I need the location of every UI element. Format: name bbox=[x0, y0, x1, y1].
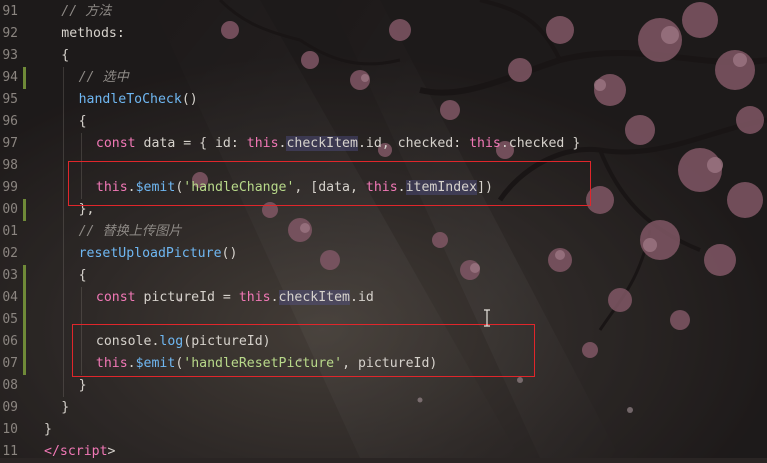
code-editor[interactable]: 91 92 93 94 95 96 97 98 99 00 01 02 03 04 05 06 07 08 09 10… bbox=[0, 0, 767, 459]
code-token: () bbox=[181, 92, 198, 107]
code-token: // 方法 bbox=[61, 4, 112, 19]
code-token: // 选中 bbox=[78, 70, 129, 85]
code-token: { bbox=[61, 48, 70, 63]
code-token: this bbox=[469, 136, 501, 151]
line-number: 91 bbox=[2, 4, 18, 19]
code-line[interactable]: // 选中 bbox=[79, 67, 129, 89]
line-number: 92 bbox=[2, 26, 18, 41]
line-number: 96 bbox=[2, 114, 18, 129]
line-number: 99 bbox=[2, 180, 18, 195]
code-line[interactable]: const data = { id: this.checkItem.id, ch… bbox=[96, 133, 580, 155]
code-token: handleToCheck bbox=[78, 92, 182, 107]
git-change-marker bbox=[23, 265, 26, 287]
indent-guide bbox=[63, 221, 65, 243]
code-line[interactable]: resetUploadPicture() bbox=[79, 243, 238, 265]
line-number: 03 bbox=[2, 268, 18, 283]
line-number-gutter: 91 92 93 94 95 96 97 98 99 00 01 02 03 04 05 06 07 08 09 10… bbox=[0, 0, 28, 459]
indent-guide bbox=[80, 287, 82, 309]
indent-guide bbox=[63, 287, 65, 309]
code-token: . bbox=[270, 290, 279, 305]
line-number: 04 bbox=[2, 290, 18, 305]
indent-guide bbox=[63, 67, 65, 89]
code-line[interactable]: { bbox=[61, 45, 69, 67]
line-number: 94 bbox=[2, 70, 18, 85]
code-line[interactable]: } bbox=[61, 397, 69, 419]
code-line[interactable]: // 替换上传图片 bbox=[79, 221, 182, 243]
indent-guide bbox=[63, 177, 65, 199]
code-token: const bbox=[95, 290, 144, 305]
line-number: 05 bbox=[2, 312, 18, 327]
code-token: } bbox=[61, 400, 70, 415]
code-token: // 替换上传图片 bbox=[78, 224, 182, 239]
code-token: this bbox=[246, 136, 279, 151]
indent-guide bbox=[63, 199, 65, 221]
code-token: .id, checked: bbox=[357, 136, 470, 151]
text-cursor-icon bbox=[484, 309, 490, 327]
code-line[interactable]: { bbox=[79, 111, 87, 133]
line-number: 98 bbox=[2, 158, 18, 173]
line-number: 00 bbox=[2, 202, 18, 217]
code-token: { bbox=[78, 268, 87, 283]
code-token: .checked } bbox=[500, 136, 581, 151]
line-number: 10 bbox=[2, 422, 18, 437]
git-change-marker bbox=[23, 353, 26, 375]
line-number: 09 bbox=[2, 400, 18, 415]
indent-guide bbox=[63, 353, 65, 375]
indent-guide bbox=[80, 133, 82, 155]
code-token: resetUploadPicture bbox=[78, 246, 222, 261]
code-token: data = { id: bbox=[143, 136, 247, 151]
code-token: </ bbox=[44, 444, 60, 459]
git-change-marker bbox=[23, 67, 26, 89]
code-token: () bbox=[221, 246, 238, 261]
code-line[interactable]: methods: bbox=[61, 23, 125, 45]
line-number: 97 bbox=[2, 136, 18, 151]
indent-guide bbox=[63, 89, 65, 111]
code-line[interactable]: } bbox=[44, 419, 52, 441]
code-line[interactable]: { bbox=[79, 265, 87, 287]
code-line[interactable]: const pictureId = this.checkItem.id bbox=[96, 287, 374, 309]
line-number: 11 bbox=[2, 444, 18, 459]
highlight-box-handle-change bbox=[68, 161, 591, 206]
code-token: pictureId = bbox=[143, 290, 239, 305]
line-number: 07 bbox=[2, 356, 18, 371]
code-token: methods: bbox=[61, 26, 125, 41]
line-number: 06 bbox=[2, 334, 18, 349]
line-number: 02 bbox=[2, 246, 18, 261]
indent-guide bbox=[63, 133, 65, 155]
indent-guide bbox=[63, 331, 65, 353]
code-token: script bbox=[59, 444, 108, 459]
code-line[interactable]: } bbox=[79, 375, 87, 397]
indent-guide bbox=[63, 375, 65, 397]
code-line[interactable]: </script> bbox=[44, 441, 115, 463]
indent-guide bbox=[63, 111, 65, 133]
line-number: 08 bbox=[2, 378, 18, 393]
code-token: .id bbox=[350, 290, 374, 305]
code-token: this bbox=[238, 290, 271, 305]
indent-guide bbox=[63, 155, 65, 177]
indent-guide bbox=[63, 243, 65, 265]
code-line[interactable]: // 方法 bbox=[61, 1, 111, 23]
code-token: { bbox=[78, 114, 87, 129]
git-change-marker bbox=[23, 287, 26, 309]
git-change-marker bbox=[23, 331, 26, 353]
indent-guide bbox=[63, 265, 65, 287]
code-token: checkItem bbox=[286, 136, 358, 151]
indent-guide bbox=[63, 309, 65, 331]
git-change-marker bbox=[23, 199, 26, 221]
line-number: 01 bbox=[2, 224, 18, 239]
code-token: checkItem bbox=[278, 290, 350, 305]
code-token: > bbox=[107, 444, 116, 459]
line-number: 95 bbox=[2, 92, 18, 107]
highlight-box-reset-picture bbox=[72, 324, 535, 377]
line-number: 93 bbox=[2, 48, 18, 63]
code-token: } bbox=[78, 378, 87, 393]
code-token: } bbox=[44, 422, 52, 437]
code-token: const bbox=[95, 136, 144, 151]
git-change-marker bbox=[23, 309, 26, 331]
code-line[interactable]: handleToCheck() bbox=[79, 89, 198, 111]
